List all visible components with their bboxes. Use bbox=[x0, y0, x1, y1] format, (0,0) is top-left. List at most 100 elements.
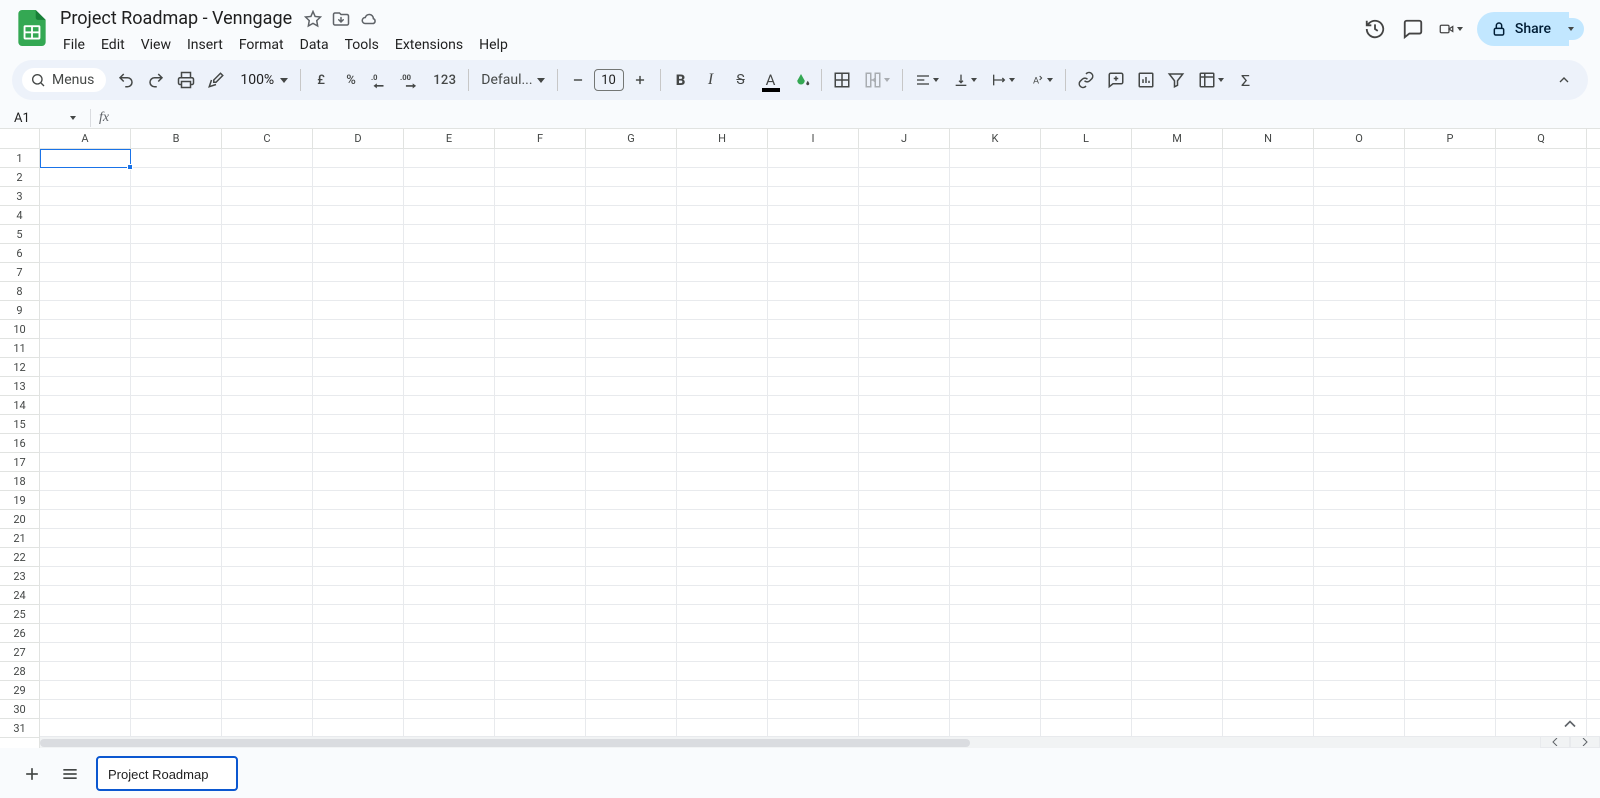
share-dropdown[interactable] bbox=[1556, 18, 1584, 40]
collapse-toolbar-button[interactable] bbox=[1550, 66, 1578, 94]
col-header-K[interactable]: K bbox=[950, 129, 1041, 148]
strikethrough-button[interactable]: S bbox=[727, 66, 755, 94]
row-header-21[interactable]: 21 bbox=[0, 529, 39, 548]
menu-extensions[interactable]: Extensions bbox=[388, 33, 470, 57]
functions-button[interactable]: Σ bbox=[1232, 66, 1260, 94]
italic-button[interactable]: I bbox=[697, 66, 725, 94]
row-header-11[interactable]: 11 bbox=[0, 339, 39, 358]
sheet-name-input[interactable] bbox=[108, 767, 226, 782]
star-icon[interactable] bbox=[304, 10, 322, 28]
currency-button[interactable]: £ bbox=[307, 66, 335, 94]
move-icon[interactable] bbox=[332, 10, 350, 28]
row-header-7[interactable]: 7 bbox=[0, 263, 39, 282]
redo-button[interactable] bbox=[142, 66, 170, 94]
menu-data[interactable]: Data bbox=[293, 33, 336, 57]
row-header-8[interactable]: 8 bbox=[0, 282, 39, 301]
row-header-12[interactable]: 12 bbox=[0, 358, 39, 377]
text-color-button[interactable]: A bbox=[757, 66, 785, 94]
halign-button[interactable] bbox=[909, 66, 945, 94]
row-header-23[interactable]: 23 bbox=[0, 567, 39, 586]
increase-decimal-button[interactable]: .00 bbox=[397, 66, 425, 94]
font-size-input[interactable]: 10 bbox=[594, 69, 624, 91]
col-header-C[interactable]: C bbox=[222, 129, 313, 148]
row-header-10[interactable]: 10 bbox=[0, 320, 39, 339]
insert-chart-button[interactable] bbox=[1132, 66, 1160, 94]
explore-button[interactable] bbox=[1560, 714, 1580, 734]
formula-bar[interactable] bbox=[117, 108, 1588, 128]
sheet-tab-editing[interactable] bbox=[96, 756, 238, 791]
increase-font-button[interactable] bbox=[626, 66, 654, 94]
row-header-6[interactable]: 6 bbox=[0, 244, 39, 263]
valign-button[interactable] bbox=[947, 66, 983, 94]
row-header-28[interactable]: 28 bbox=[0, 662, 39, 681]
wrap-button[interactable] bbox=[985, 66, 1021, 94]
meet-icon[interactable] bbox=[1439, 17, 1463, 41]
scrollbar-thumb[interactable] bbox=[40, 739, 970, 747]
rotate-button[interactable]: A bbox=[1023, 66, 1059, 94]
row-header-25[interactable]: 25 bbox=[0, 605, 39, 624]
menu-edit[interactable]: Edit bbox=[94, 33, 132, 57]
name-box[interactable]: A1 bbox=[6, 111, 82, 126]
format-123-button[interactable]: 123 bbox=[427, 66, 462, 94]
undo-button[interactable] bbox=[112, 66, 140, 94]
row-headers[interactable]: 1234567891011121314151617181920212223242… bbox=[0, 149, 40, 748]
spreadsheet-grid[interactable]: ABCDEFGHIJKLMNOPQ 1234567891011121314151… bbox=[0, 128, 1600, 748]
row-header-4[interactable]: 4 bbox=[0, 206, 39, 225]
insert-comment-button[interactable] bbox=[1102, 66, 1130, 94]
scroll-right-button[interactable] bbox=[1570, 736, 1600, 748]
search-menus[interactable]: Menus bbox=[22, 68, 106, 92]
add-sheet-button[interactable] bbox=[20, 762, 44, 786]
row-header-5[interactable]: 5 bbox=[0, 225, 39, 244]
row-header-31[interactable]: 31 bbox=[0, 719, 39, 738]
col-header-Q[interactable]: Q bbox=[1496, 129, 1587, 148]
col-header-F[interactable]: F bbox=[495, 129, 586, 148]
row-header-30[interactable]: 30 bbox=[0, 700, 39, 719]
menu-tools[interactable]: Tools bbox=[338, 33, 386, 57]
horizontal-scrollbar[interactable] bbox=[40, 736, 1540, 748]
row-header-26[interactable]: 26 bbox=[0, 624, 39, 643]
scroll-left-button[interactable] bbox=[1540, 736, 1570, 748]
app-logo-sheets[interactable] bbox=[12, 8, 52, 48]
select-all-corner[interactable] bbox=[0, 129, 40, 149]
col-header-D[interactable]: D bbox=[313, 129, 404, 148]
filter-button[interactable] bbox=[1162, 66, 1190, 94]
col-header-G[interactable]: G bbox=[586, 129, 677, 148]
paint-format-button[interactable] bbox=[202, 66, 230, 94]
merge-cells-button[interactable] bbox=[858, 66, 896, 94]
cells-area[interactable] bbox=[40, 149, 1600, 748]
print-button[interactable] bbox=[172, 66, 200, 94]
row-header-27[interactable]: 27 bbox=[0, 643, 39, 662]
bold-button[interactable]: B bbox=[667, 66, 695, 94]
document-title[interactable]: Project Roadmap - Venngage bbox=[56, 6, 296, 31]
comments-icon[interactable] bbox=[1401, 17, 1425, 41]
decrease-font-button[interactable] bbox=[564, 66, 592, 94]
col-header-A[interactable]: A bbox=[40, 129, 131, 148]
col-header-O[interactable]: O bbox=[1314, 129, 1405, 148]
cloud-status-icon[interactable] bbox=[360, 10, 378, 28]
menu-insert[interactable]: Insert bbox=[180, 33, 230, 57]
col-header-J[interactable]: J bbox=[859, 129, 950, 148]
row-header-22[interactable]: 22 bbox=[0, 548, 39, 567]
zoom-select[interactable]: 100% bbox=[232, 66, 294, 94]
col-header-E[interactable]: E bbox=[404, 129, 495, 148]
row-header-13[interactable]: 13 bbox=[0, 377, 39, 396]
row-header-9[interactable]: 9 bbox=[0, 301, 39, 320]
row-header-19[interactable]: 19 bbox=[0, 491, 39, 510]
filter-views-button[interactable] bbox=[1192, 66, 1230, 94]
col-header-P[interactable]: P bbox=[1405, 129, 1496, 148]
row-header-18[interactable]: 18 bbox=[0, 472, 39, 491]
row-header-14[interactable]: 14 bbox=[0, 396, 39, 415]
all-sheets-button[interactable] bbox=[58, 762, 82, 786]
col-header-N[interactable]: N bbox=[1223, 129, 1314, 148]
row-header-1[interactable]: 1 bbox=[0, 149, 39, 168]
row-header-29[interactable]: 29 bbox=[0, 681, 39, 700]
row-header-24[interactable]: 24 bbox=[0, 586, 39, 605]
percent-button[interactable]: % bbox=[337, 66, 365, 94]
menu-file[interactable]: File bbox=[56, 33, 92, 57]
font-family-select[interactable]: Defaul... bbox=[475, 66, 550, 94]
row-header-17[interactable]: 17 bbox=[0, 453, 39, 472]
history-icon[interactable] bbox=[1363, 17, 1387, 41]
row-header-15[interactable]: 15 bbox=[0, 415, 39, 434]
menu-view[interactable]: View bbox=[134, 33, 178, 57]
row-header-3[interactable]: 3 bbox=[0, 187, 39, 206]
